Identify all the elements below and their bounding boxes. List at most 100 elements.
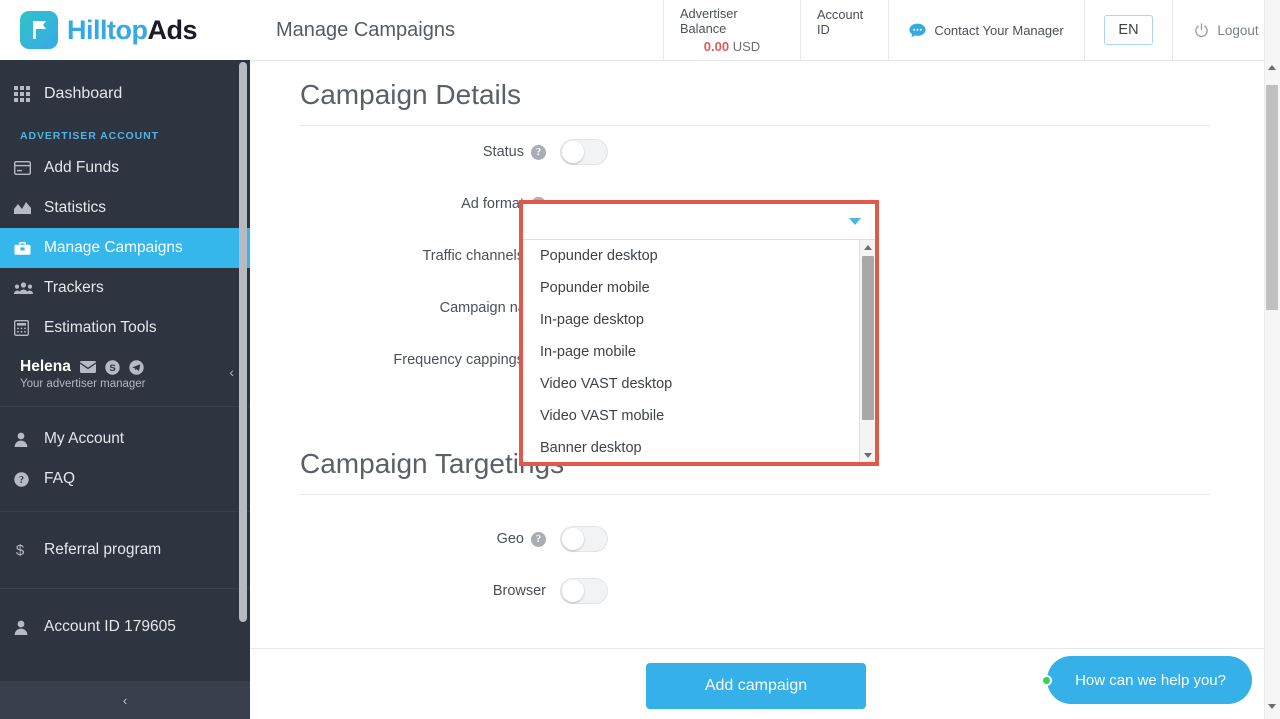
ad-format-select-highlighted: Popunder desktop Popunder mobile In-page…	[519, 200, 879, 466]
language-switch-button[interactable]: EN	[1104, 15, 1152, 45]
hilltopads-logo-icon	[20, 11, 58, 49]
brand-logo[interactable]: HilltopAds	[0, 0, 250, 60]
skype-icon[interactable]: S	[105, 360, 120, 375]
sidebar-nav: Dashboard ADVERTISER ACCOUNT Add Funds	[0, 72, 250, 659]
briefcase-icon	[14, 241, 44, 256]
sidebar-section-label: ADVERTISER ACCOUNT	[0, 116, 250, 148]
balance-amount: 0.00	[704, 39, 729, 54]
chevron-left-icon: ‹	[123, 693, 127, 708]
sidebar-item-label: Estimation Tools	[44, 319, 157, 337]
app-root: HilltopAds Dashboard ADVERTISER ACCOUNT	[0, 0, 1280, 719]
contact-manager-button[interactable]: Contact Your Manager	[888, 0, 1084, 60]
manager-name: Helena	[20, 358, 71, 376]
page-scrollbar-thumb[interactable]	[1266, 85, 1278, 310]
sidebar-divider	[0, 588, 250, 589]
sidebar-referral-group: $ Referral program	[0, 518, 250, 582]
chevron-left-icon[interactable]: ‹	[229, 364, 234, 380]
add-campaign-button[interactable]: Add campaign	[646, 663, 866, 709]
telegram-icon[interactable]	[129, 360, 144, 375]
sidebar-divider	[0, 406, 250, 407]
caret-down-icon	[849, 218, 861, 225]
section-title-campaign-details: Campaign Details	[300, 61, 1210, 126]
form-row-browser: Browser	[300, 565, 1230, 617]
form-row-status: Status ?	[300, 126, 1230, 178]
list-item[interactable]: Popunder desktop	[523, 240, 875, 272]
user-icon	[14, 432, 44, 447]
traffic-channels-label: Traffic channels	[422, 248, 524, 264]
users-icon	[14, 281, 44, 295]
chat-support-widget[interactable]: How can we help you?	[1047, 656, 1252, 704]
list-item[interactable]: Video VAST desktop	[523, 368, 875, 400]
options-scrollbar-thumb[interactable]	[862, 256, 874, 420]
sidebar-item-faq[interactable]: ? FAQ	[0, 459, 250, 499]
sidebar-collapse-button[interactable]: ‹	[0, 681, 250, 719]
sidebar-item-account-id[interactable]: Account ID 179605	[0, 601, 250, 653]
form-row-geo: Geo ?	[300, 513, 1230, 565]
sidebar-item-label: Trackers	[44, 279, 104, 297]
sidebar-item-dashboard[interactable]: Dashboard	[0, 72, 250, 116]
list-item[interactable]: Banner desktop	[523, 432, 875, 462]
sidebar-item-my-account[interactable]: My Account	[0, 419, 250, 459]
list-item[interactable]: Video VAST mobile	[523, 400, 875, 432]
sidebar: HilltopAds Dashboard ADVERTISER ACCOUNT	[0, 0, 250, 719]
scroll-down-arrow-icon[interactable]	[860, 448, 875, 462]
calculator-icon	[14, 320, 44, 336]
balance-currency: USD	[733, 39, 760, 54]
list-item[interactable]: In-page desktop	[523, 304, 875, 336]
svg-text:?: ?	[19, 475, 24, 486]
frequency-cappings-label: Frequency cappings	[393, 352, 524, 368]
toggle-knob	[562, 528, 584, 550]
page-scrollbar[interactable]	[1264, 0, 1280, 719]
account-id-label: Account ID	[817, 7, 872, 37]
help-icon[interactable]: ?	[531, 532, 546, 547]
sidebar-item-manage-campaigns[interactable]: Manage Campaigns	[0, 228, 250, 268]
envelope-icon[interactable]	[80, 361, 96, 373]
geo-toggle[interactable]	[560, 526, 608, 552]
status-toggle[interactable]	[560, 139, 608, 165]
online-status-dot	[1041, 675, 1052, 686]
balance-label: Advertiser Balance	[680, 6, 784, 36]
sidebar-item-trackers[interactable]: Trackers	[0, 268, 250, 308]
sidebar-scrollbar-thumb[interactable]	[239, 62, 247, 622]
sidebar-item-label: Add Funds	[44, 159, 119, 177]
brand-name: HilltopAds	[67, 15, 197, 46]
top-header: Manage Campaigns Advertiser Balance 0.00…	[250, 0, 1280, 61]
ad-format-label: Ad format	[461, 196, 524, 212]
scroll-down-arrow-icon[interactable]	[1264, 697, 1280, 715]
options-scrollbar[interactable]	[859, 240, 875, 462]
sidebar-item-add-funds[interactable]: Add Funds	[0, 148, 250, 188]
sidebar-item-label: Statistics	[44, 199, 106, 217]
svg-text:$: $	[16, 542, 25, 558]
sidebar-item-label: Account ID 179605	[44, 618, 176, 636]
sidebar-item-label: FAQ	[44, 470, 75, 488]
chat-bubble-icon	[909, 23, 926, 38]
list-item[interactable]: Popunder mobile	[523, 272, 875, 304]
sidebar-item-label: Referral program	[44, 541, 161, 559]
page-title: Manage Campaigns	[250, 0, 663, 60]
credit-card-icon	[14, 161, 44, 175]
scroll-up-arrow-icon[interactable]	[1264, 58, 1280, 76]
svg-text:S: S	[109, 363, 115, 374]
brand-name-part2: Ads	[147, 15, 197, 45]
browser-label: Browser	[493, 583, 546, 599]
sidebar-item-referral-program[interactable]: $ Referral program	[0, 524, 250, 576]
toggle-knob	[562, 141, 584, 163]
list-item[interactable]: In-page mobile	[523, 336, 875, 368]
advertiser-balance-cell: Advertiser Balance 0.00 USD	[663, 0, 800, 60]
sidebar-item-estimation-tools[interactable]: Estimation Tools	[0, 308, 250, 348]
ad-format-select-input[interactable]	[523, 204, 875, 240]
contact-manager-label: Contact Your Manager	[934, 23, 1063, 38]
sidebar-item-statistics[interactable]: Statistics	[0, 188, 250, 228]
status-label-wrap: Status ?	[300, 144, 560, 160]
grid-icon	[14, 86, 44, 102]
browser-toggle[interactable]	[560, 578, 608, 604]
dollar-icon: $	[14, 542, 44, 558]
power-icon	[1194, 23, 1209, 38]
chat-widget-label: How can we help you?	[1075, 672, 1226, 689]
scroll-up-arrow-icon[interactable]	[860, 240, 875, 254]
help-icon[interactable]: ?	[531, 145, 546, 160]
toggle-knob	[562, 580, 584, 602]
geo-label: Geo	[497, 531, 524, 547]
user-icon	[14, 620, 44, 635]
account-id-cell: Account ID	[800, 0, 888, 60]
